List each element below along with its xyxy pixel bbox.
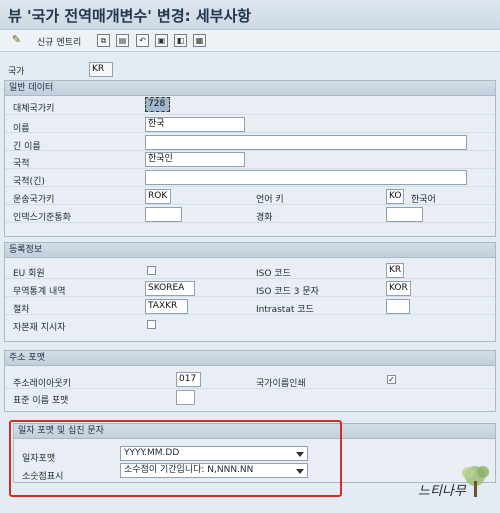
language-text: 한국어 — [411, 195, 436, 205]
iso-code-label: ISO 코드 — [256, 269, 291, 279]
select-all-icon[interactable]: ▣ — [155, 34, 168, 47]
iso3-code-label: ISO 코드 3 문자 — [256, 287, 319, 297]
country-label: 국가 — [8, 67, 25, 77]
std-name-format-field[interactable] — [176, 390, 195, 405]
hard-currency-field[interactable] — [386, 207, 423, 222]
iso-code-field[interactable]: KR — [386, 263, 404, 278]
long-name-label: 긴 이름 — [13, 142, 41, 152]
eu-member-checkbox[interactable] — [147, 266, 156, 275]
watermark-text: 느티나무 — [418, 484, 466, 499]
hard-currency-label: 경화 — [256, 213, 273, 223]
language-key-field[interactable]: KO — [386, 189, 404, 204]
nationality-label: 국적 — [13, 159, 30, 169]
capital-goods-checkbox[interactable] — [147, 320, 156, 329]
glasses-icon[interactable]: ✎ — [10, 34, 23, 47]
name-field[interactable]: 한국 — [145, 117, 245, 132]
new-entries-button[interactable]: 신규 엔트리 — [37, 35, 81, 48]
highlight-box — [9, 420, 342, 497]
nationality-long-label: 국적(긴) — [13, 177, 45, 187]
layout-key-field[interactable]: 017 — [176, 372, 201, 387]
alt-key-field[interactable]: 728 — [145, 97, 170, 112]
procedure-label: 절차 — [13, 305, 30, 315]
registration-header: 등록정보 — [5, 243, 495, 258]
vehicle-key-label: 운송국가키 — [13, 195, 55, 205]
title-bar: 뷰 '국가 전역매개변수' 변경: 세부사항 — [0, 0, 500, 30]
std-name-format-label: 표준 이름 포맷 — [13, 396, 69, 406]
eu-member-label: EU 회원 — [13, 269, 45, 279]
delete-icon[interactable]: ▤ — [116, 34, 129, 47]
language-key-label: 언어 키 — [256, 195, 284, 205]
trade-stat-label: 무역통계 내역 — [13, 287, 66, 297]
vehicle-key-field[interactable]: ROK — [145, 189, 171, 204]
watermark: 느티나무 — [412, 464, 496, 508]
copy-icon[interactable]: ⧉ — [97, 34, 110, 47]
name-label: 이름 — [13, 124, 30, 134]
address-format-header: 주소 포맷 — [5, 351, 495, 366]
toolbar: ✎ 신규 엔트리 ⧉ ▤ ↶ ▣ ◧ ▦ — [0, 30, 500, 52]
layout-key-label: 주소레이아웃키 — [13, 379, 71, 389]
index-currency-label: 인덱스기준통화 — [13, 213, 71, 223]
index-currency-field[interactable] — [145, 207, 182, 222]
address-format-section: 주소 포맷 — [4, 350, 496, 412]
iso3-code-field[interactable]: KOR — [386, 281, 411, 296]
print-country-label: 국가이름인쇄 — [256, 379, 306, 389]
nationality-long-field[interactable] — [145, 170, 467, 185]
print-country-checkbox[interactable]: ✓ — [387, 375, 396, 384]
general-data-header: 일반 데이터 — [5, 81, 495, 96]
deselect-all-icon[interactable]: ▦ — [193, 34, 206, 47]
country-field: KR — [89, 62, 113, 77]
window-title: 뷰 '국가 전역매개변수' 변경: 세부사항 — [8, 7, 252, 25]
trade-stat-field[interactable]: SKOREA — [145, 281, 195, 296]
alt-key-label: 대체국가키 — [13, 104, 55, 114]
undo-icon[interactable]: ↶ — [136, 34, 149, 47]
nationality-field[interactable]: 한국인 — [145, 152, 245, 167]
capital-goods-label: 자본재 지시자 — [13, 323, 66, 333]
long-name-field[interactable] — [145, 135, 467, 150]
registration-section: 등록정보 — [4, 242, 496, 342]
select-block-icon[interactable]: ◧ — [174, 34, 187, 47]
intrastat-label: Intrastat 코드 — [256, 305, 314, 315]
intrastat-field[interactable] — [386, 299, 410, 314]
procedure-field[interactable]: TAXKR — [145, 299, 188, 314]
